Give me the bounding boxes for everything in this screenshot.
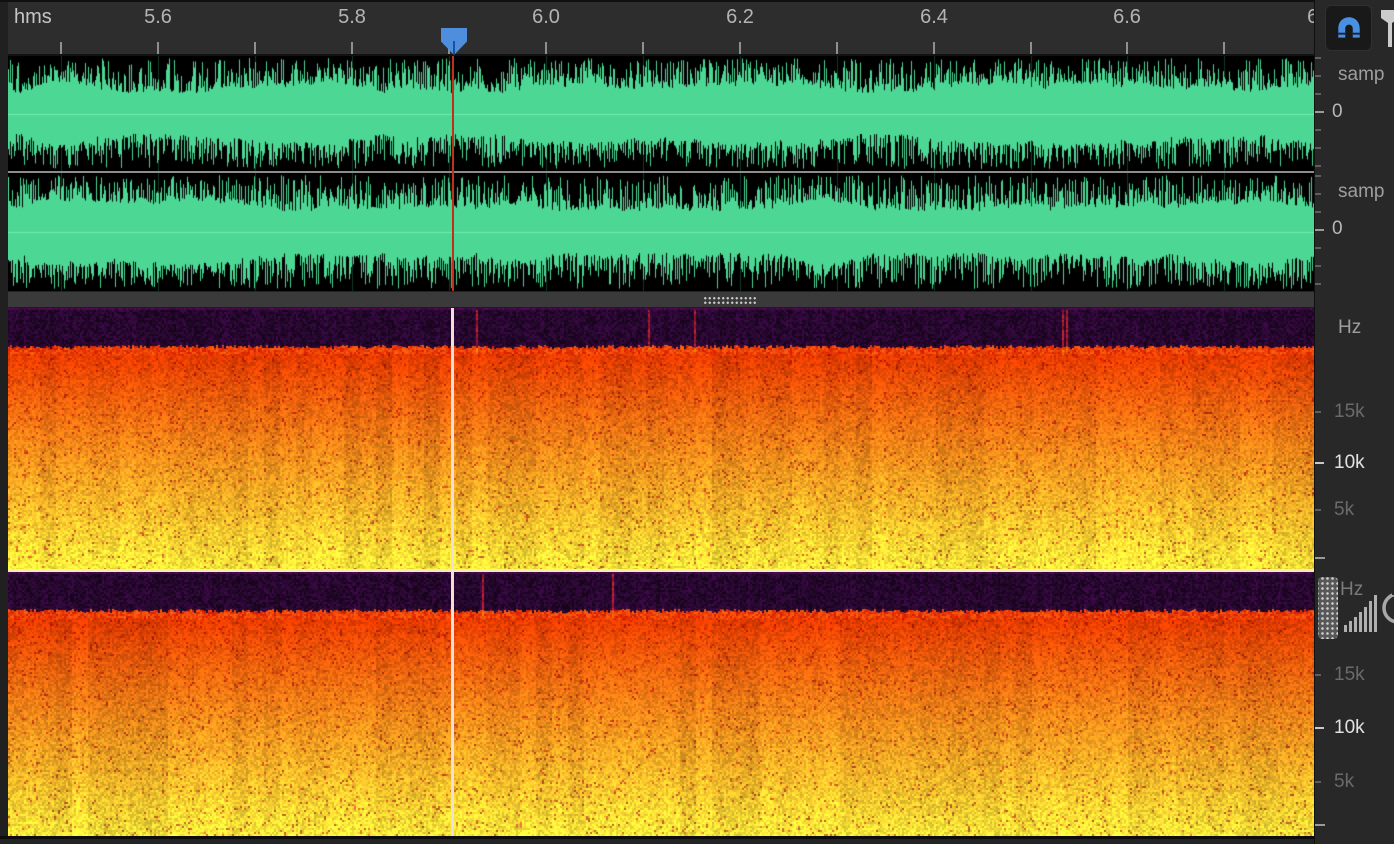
scale-tick [1315, 175, 1321, 177]
scale-tick [1315, 781, 1321, 783]
frequency-tick-label: 15k [1334, 401, 1365, 422]
snap-button[interactable] [1325, 5, 1372, 51]
amplitude-zero-label-1: 0 [1332, 101, 1343, 122]
playhead-line-spectrogram-1 [451, 308, 454, 569]
ruler-tick [545, 42, 547, 54]
drag-handle-icon[interactable] [1318, 577, 1338, 639]
frequency-tick-label: 10k [1334, 717, 1365, 738]
frequency-tick-label: 10k [1334, 452, 1365, 473]
left-border [0, 0, 8, 844]
scale-tick [1315, 57, 1321, 59]
scale-tick [1315, 165, 1321, 167]
ruler-border [8, 54, 1314, 56]
amplitude-zero-tick [1315, 111, 1324, 113]
waveform-channel-2[interactable] [8, 173, 1314, 291]
audio-waveform-editor: hms 5.6 5.8 6.0 6.2 6.4 6.6 6.8 samp 0 samp 0 [0, 0, 1394, 844]
scale-tick [1315, 247, 1321, 249]
splitter-grip-icon[interactable] [703, 296, 757, 304]
ruler-tick-label: 6.6 [1113, 6, 1141, 28]
ruler-tick [739, 42, 741, 54]
scale-tick [1315, 727, 1324, 729]
spectrogram-channel-1[interactable] [8, 308, 1314, 569]
playhead-marker-stem [453, 41, 455, 55]
amplitude-unit-label-2: samp [1338, 181, 1385, 202]
ruler-tick [836, 42, 838, 54]
ruler-tick [254, 42, 256, 54]
scale-tick [1315, 75, 1321, 77]
scale-tick [1315, 265, 1321, 267]
amplitude-zero-label-2: 0 [1332, 218, 1343, 239]
ruler-tick [60, 42, 62, 54]
scale-tick [1315, 411, 1321, 413]
ruler-tick [1223, 42, 1225, 54]
scale-tick [1315, 557, 1325, 559]
ruler-tick [1030, 42, 1032, 54]
scale-tick [1315, 283, 1321, 285]
frequency-bars-icon[interactable] [1344, 595, 1378, 633]
frequency-tick-label: 15k [1334, 664, 1365, 685]
ruler-tick-label: 5.6 [144, 6, 172, 28]
scale-tick [1315, 147, 1321, 149]
scale-tick [1315, 824, 1325, 826]
ruler-tick [933, 42, 935, 54]
ruler-tick [157, 42, 159, 54]
scale-tick [1315, 193, 1321, 195]
scale-tick [1315, 674, 1321, 676]
timeline-ruler[interactable]: hms 5.6 5.8 6.0 6.2 6.4 6.6 6.8 [8, 0, 1314, 56]
amplitude-unit-label-1: samp [1338, 64, 1385, 85]
ruler-tick-label: 6.0 [532, 6, 560, 28]
playhead-line-spectrogram-2 [451, 572, 454, 836]
frequency-unit-label-1: Hz [1338, 317, 1362, 338]
clock-icon[interactable] [1378, 588, 1394, 628]
bottom-strip [0, 839, 1394, 844]
view-splitter[interactable] [8, 291, 1314, 308]
ruler-tick [351, 42, 353, 54]
amplitude-zero-tick [1315, 229, 1324, 231]
channel-divider[interactable] [8, 171, 1314, 173]
scale-tick [1315, 462, 1324, 464]
waveform-channel-1[interactable] [8, 56, 1314, 171]
ruler-tick-label: 6.4 [920, 6, 948, 28]
ruler-tick-label: 6.8 [1307, 6, 1314, 28]
ruler-tick-label: 6.2 [726, 6, 754, 28]
time-unit-label: hms [14, 6, 52, 28]
spectrogram-divider [8, 569, 1314, 572]
frequency-tick-label: 5k [1334, 771, 1355, 792]
ruler-tick [1126, 42, 1128, 54]
scale-tick [1315, 129, 1321, 131]
scale-tick [1315, 211, 1321, 213]
ruler-tick [642, 42, 644, 54]
playhead-line-waveform [452, 56, 454, 291]
scale-tick [1315, 509, 1321, 511]
top-border [0, 0, 1394, 2]
magnet-icon [1337, 17, 1360, 38]
marker-flag-icon[interactable] [1379, 7, 1394, 49]
spectrogram-channel-2[interactable] [8, 572, 1314, 836]
ruler-tick-label: 5.8 [338, 6, 366, 28]
scale-tick [1315, 93, 1321, 95]
frequency-tick-label: 5k [1334, 499, 1355, 520]
